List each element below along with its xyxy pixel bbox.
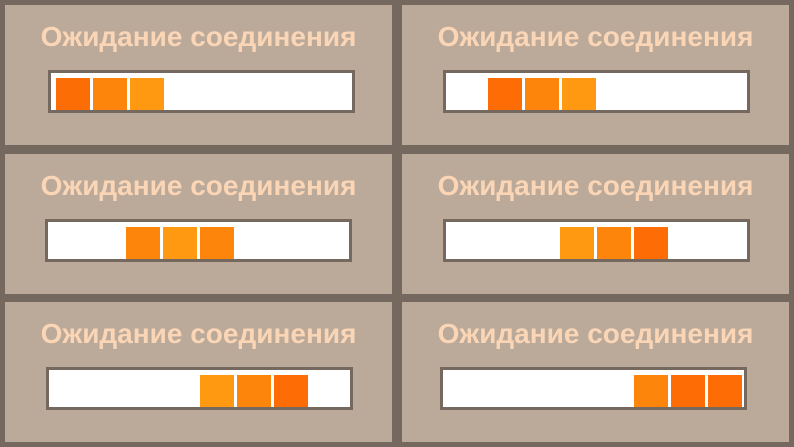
dialog-title: Ожидание соединения [437,170,754,201]
dialog-title: Ожидание соединения [40,318,357,349]
connection-dialog-1: Ожидание соединения [5,5,392,145]
progress-segment [708,375,742,407]
progress-track [443,219,750,262]
progress-segment [671,375,705,407]
progress-track [440,367,747,410]
progress-track [45,219,352,262]
progress-segment [634,375,668,407]
progress-segment [597,227,631,259]
progress-segment [634,227,668,259]
dialog-title: Ожидание соединения [40,170,357,201]
dialog-title: Ожидание соединения [437,21,754,52]
connection-dialog-4: Ожидание соединения [402,154,789,294]
progress-segment [163,227,197,259]
progress-segment [525,78,559,110]
progress-segment [488,78,522,110]
progress-segment [562,78,596,110]
dialog-title: Ожидание соединения [40,21,357,52]
progress-segment [200,375,234,407]
dialog-title: Ожидание соединения [437,318,754,349]
connection-dialog-3: Ожидание соединения [5,154,392,294]
progress-track [443,70,750,113]
progress-segment [126,227,160,259]
connection-dialog-6: Ожидание соединения [402,302,789,442]
progress-segment [237,375,271,407]
progress-segment [560,227,594,259]
progress-segment [200,227,234,259]
progress-segment [130,78,164,110]
progress-track [46,367,353,410]
progress-segment [274,375,308,407]
connection-dialog-2: Ожидание соединения [402,5,789,145]
progress-segment [56,78,90,110]
progress-track [48,70,355,113]
progress-segment [93,78,127,110]
connection-dialog-5: Ожидание соединения [5,302,392,442]
